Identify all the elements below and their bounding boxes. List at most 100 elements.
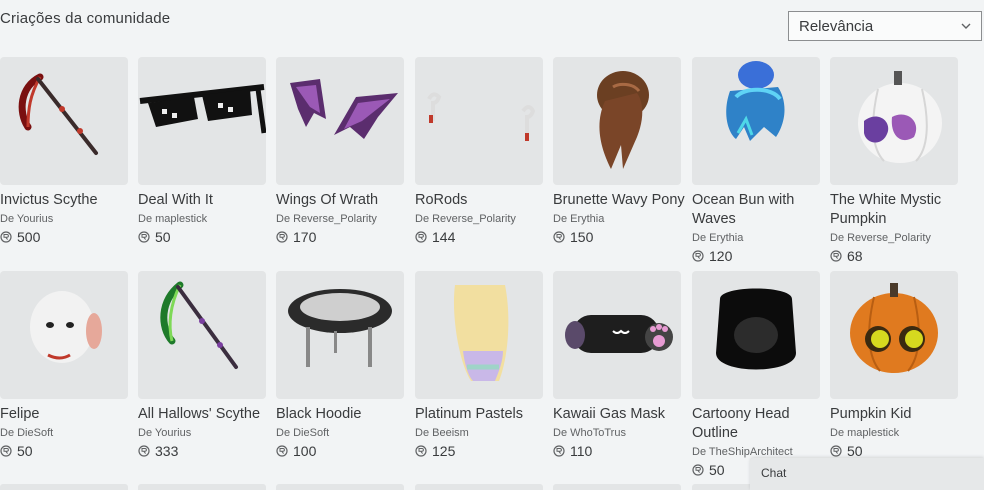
item-creator[interactable]: De Reverse_Polarity (276, 212, 404, 226)
item-creator[interactable]: De Yourius (0, 212, 128, 226)
item-name[interactable]: Platinum Pastels (415, 405, 547, 424)
item-creator[interactable]: De Reverse_Polarity (415, 212, 543, 226)
robux-icon (553, 231, 565, 243)
item-card[interactable]: Brunette Wavy Pony De Erythia 150 (553, 57, 685, 245)
item-thumbnail[interactable] (830, 57, 958, 185)
sort-selected-value: Relevância (799, 17, 874, 35)
item-creator[interactable]: De maplestick (138, 212, 266, 226)
item-thumbnail[interactable] (0, 57, 128, 185)
item-name[interactable]: Kawaii Gas Mask (553, 405, 685, 424)
item-price: 144 (415, 229, 543, 245)
item-card[interactable]: The White Mystic Pumpkin De Reverse_Polar… (830, 57, 958, 264)
item-card[interactable]: Platinum Pastels De Beeism 125 (415, 271, 543, 459)
item-creator[interactable]: De DieSoft (0, 426, 128, 440)
item-thumbnail[interactable] (415, 57, 543, 185)
earbuds-icon (427, 92, 536, 141)
item-thumbnail[interactable] (692, 271, 820, 399)
item-creator[interactable]: De Yourius (138, 426, 266, 440)
robux-icon (415, 231, 427, 243)
item-card[interactable]: Felipe De DieSoft 50 (0, 271, 128, 459)
item-name[interactable]: All Hallows' Scythe (138, 405, 270, 424)
robux-icon (553, 445, 565, 457)
item-creator[interactable]: De Erythia (553, 212, 681, 226)
item-card[interactable]: Black Hoodie De DieSoft 100 (276, 271, 404, 459)
item-name[interactable]: RoRods (415, 191, 547, 210)
item-card[interactable]: Pumpkin Kid De maplestick 50 (830, 271, 958, 459)
item-creator[interactable]: De TheShipArchitect (692, 445, 820, 459)
white-head-icon (30, 291, 102, 363)
item-creator[interactable]: De maplestick (830, 426, 958, 440)
sort-dropdown[interactable]: Relevância (788, 11, 982, 41)
item-creator[interactable]: De WhoToTrus (553, 426, 681, 440)
robux-icon (276, 445, 288, 457)
robux-icon (415, 445, 427, 457)
item-thumbnail-partial[interactable] (138, 484, 266, 490)
black-head-icon (716, 288, 796, 370)
item-thumbnail[interactable] (415, 271, 543, 399)
section-title: Criações da comunidade (0, 10, 171, 27)
item-thumbnail[interactable] (0, 271, 128, 399)
item-price: 333 (138, 443, 266, 459)
white-pumpkin-icon (858, 71, 942, 163)
robux-icon (692, 250, 704, 262)
scythe-red-icon (18, 73, 98, 155)
item-card[interactable]: Wings Of Wrath De Reverse_Polarity 170 (276, 57, 404, 245)
chat-bar[interactable]: Chat (750, 458, 984, 490)
item-creator[interactable]: De Beeism (415, 426, 543, 440)
item-thumbnail[interactable] (138, 57, 266, 185)
item-creator[interactable]: De Reverse_Polarity (830, 231, 958, 245)
blue-hair-icon (726, 61, 785, 141)
robux-icon (692, 464, 704, 476)
brown-hair-icon (597, 71, 649, 169)
item-name[interactable]: Cartoony Head Outline (692, 405, 824, 443)
price-value: 170 (293, 229, 317, 245)
item-price: 150 (553, 229, 681, 245)
item-name[interactable]: Wings Of Wrath (276, 191, 408, 210)
item-creator[interactable]: De DieSoft (276, 426, 404, 440)
item-name[interactable]: Ocean Bun with Waves (692, 191, 824, 229)
item-thumbnail-partial[interactable] (415, 484, 543, 490)
black-hoodie-icon (288, 289, 392, 367)
price-value: 50 (709, 462, 725, 478)
item-name[interactable]: Black Hoodie (276, 405, 408, 424)
item-card[interactable]: Kawaii Gas Mask De WhoToTrus 110 (553, 271, 681, 459)
item-thumbnail[interactable] (553, 271, 681, 399)
item-card[interactable]: Deal With It De maplestick 50 (138, 57, 266, 245)
orange-pumpkin-icon (850, 283, 938, 373)
scythe-green-icon (160, 281, 238, 369)
item-price: 50 (138, 229, 266, 245)
item-thumbnail[interactable] (830, 271, 958, 399)
item-thumbnail-partial[interactable] (0, 484, 128, 490)
item-name[interactable]: Brunette Wavy Pony (553, 191, 685, 210)
price-value: 500 (17, 229, 41, 245)
item-thumbnail[interactable] (692, 57, 820, 185)
price-value: 120 (709, 248, 733, 264)
item-price: 110 (553, 443, 681, 459)
item-name[interactable]: Invictus Scythe (0, 191, 132, 210)
item-card[interactable]: RoRods De Reverse_Polarity 144 (415, 57, 543, 245)
item-thumbnail-partial[interactable] (553, 484, 681, 490)
price-value: 50 (17, 443, 33, 459)
item-card[interactable]: Invictus Scythe De Yourius 500 (0, 57, 128, 245)
item-card[interactable]: All Hallows' Scythe De Yourius 333 (138, 271, 266, 459)
item-name[interactable]: Deal With It (138, 191, 270, 210)
item-thumbnail[interactable] (276, 271, 404, 399)
item-name[interactable]: Felipe (0, 405, 132, 424)
price-value: 333 (155, 443, 179, 459)
item-thumbnail[interactable] (138, 271, 266, 399)
robux-icon (138, 231, 150, 243)
price-value: 50 (155, 229, 171, 245)
purple-wings-icon (290, 79, 398, 139)
pastel-hair-icon (453, 285, 509, 381)
price-value: 110 (570, 443, 593, 459)
item-price: 125 (415, 443, 543, 459)
item-thumbnail[interactable] (276, 57, 404, 185)
item-name[interactable]: The White Mystic Pumpkin (830, 191, 962, 229)
item-price: 50 (830, 443, 958, 459)
item-name[interactable]: Pumpkin Kid (830, 405, 962, 424)
item-card[interactable]: Cartoony Head Outline De TheShipArchitect… (692, 271, 820, 478)
item-creator[interactable]: De Erythia (692, 231, 820, 245)
item-thumbnail[interactable] (553, 57, 681, 185)
item-thumbnail-partial[interactable] (276, 484, 404, 490)
item-card[interactable]: Ocean Bun with Waves De Erythia 120 (692, 57, 820, 264)
